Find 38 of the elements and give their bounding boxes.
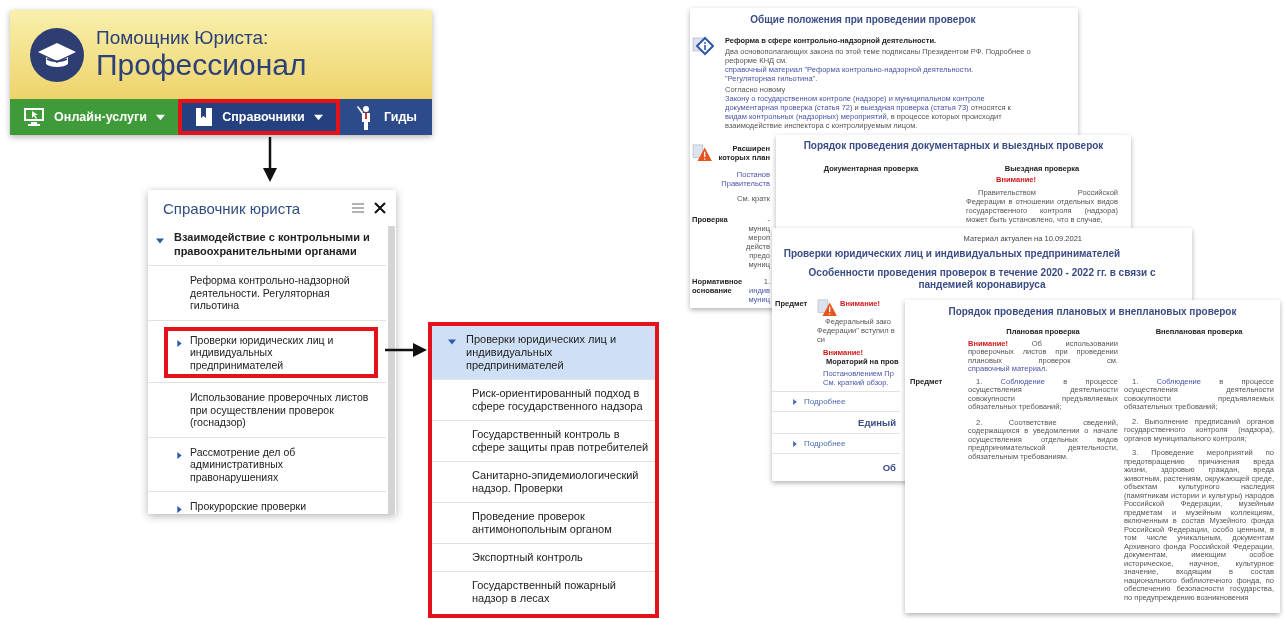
monitor-cursor-icon	[23, 107, 46, 127]
document-title: Порядок проведения документарных и выездных проверок	[802, 140, 1105, 152]
book-icon	[195, 107, 214, 127]
caret-icon	[792, 398, 798, 405]
tree-item[interactable]: Проверки юридических лиц и индивидуальных предпринимателей	[432, 326, 655, 379]
graduation-cap-logo	[30, 27, 84, 82]
tree-item[interactable]: Реформа контрольно-надзорной деятельности. Регуляторная гильотина	[176, 274, 378, 312]
caret-icon	[792, 440, 798, 447]
caret-icon	[176, 339, 183, 347]
caret-icon	[176, 451, 183, 459]
nav-menu-button[interactable]: Справочники	[178, 99, 340, 135]
document-title: Порядок проведения плановых и внеплановых проверок	[947, 306, 1238, 318]
caret-icon	[176, 506, 183, 513]
caret-icon	[448, 338, 456, 346]
app-subtitle: Помощник Юриста:	[96, 28, 270, 50]
warning-icon	[817, 299, 837, 317]
section-heading: Об	[772, 453, 900, 475]
nav-menu-button[interactable]: Онлайн-услуги	[10, 99, 178, 135]
section-heading: Единый	[772, 411, 900, 433]
tree-item[interactable]: Прокурорские проверки	[176, 500, 378, 514]
caret-icon	[156, 237, 164, 245]
tree-item[interactable]: Взаимодействие с контрольными и правоохранительными органами	[148, 226, 386, 265]
document-subtitle: Особенности проведения проверок в течение 2020 - 2022 гг. в связи с пандемией коронавируса	[807, 267, 1157, 291]
document-title: Общие положения при проведении проверок	[749, 14, 977, 26]
nav-menu-button[interactable]: Гиды	[340, 99, 432, 135]
more-link[interactable]: Подробнее	[772, 433, 900, 453]
scrollbar[interactable]	[388, 226, 395, 514]
tree-item[interactable]: Использование проверочных листов при осуществлении проверок (госнадзор)	[176, 391, 378, 429]
right-arrow	[385, 341, 427, 359]
app-title: Профессионал	[96, 49, 307, 81]
menu-icon[interactable]	[352, 203, 364, 213]
document-title: Проверки юридических лиц и индивидуальных предпринимателей	[782, 248, 1122, 260]
down-arrow	[262, 137, 278, 182]
close-icon[interactable]	[374, 202, 386, 214]
sidebar-title: Справочник юриста	[163, 199, 301, 217]
tree-item[interactable]: Рассмотрение дел об административных правонарушениях	[176, 445, 378, 483]
tree-item[interactable]: Проверки юридических лиц и индивидуальных предпринимателей	[164, 326, 378, 378]
more-link[interactable]: Подробнее	[772, 391, 900, 411]
